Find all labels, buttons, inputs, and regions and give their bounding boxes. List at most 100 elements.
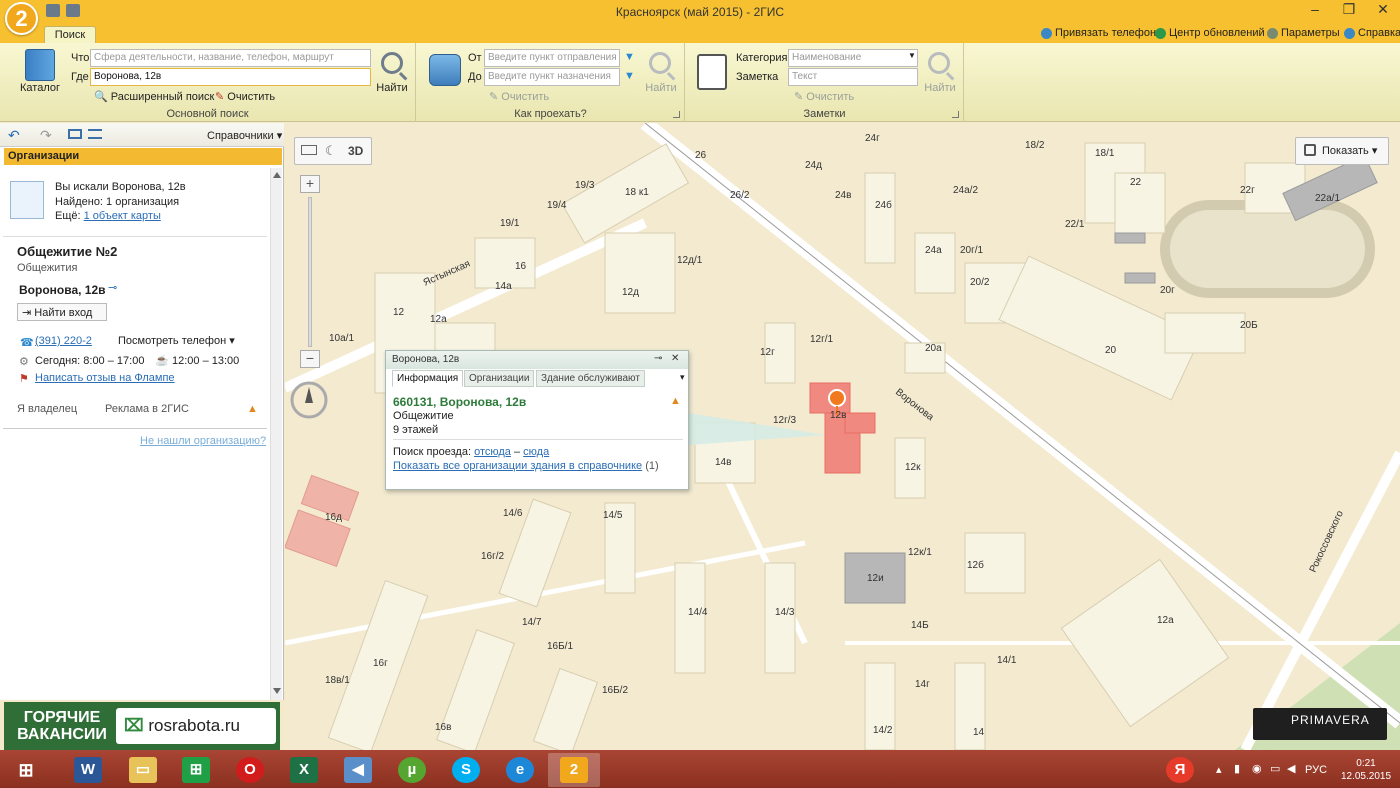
review-link[interactable]: Написать отзыв на Флампе	[35, 372, 175, 384]
popup-tab-service[interactable]: Здание обслуживают	[536, 370, 645, 387]
bind-phone-link[interactable]: Привязать телефон	[1041, 27, 1156, 39]
org-type[interactable]: Общежития	[17, 262, 77, 274]
catalog-label[interactable]: Каталог	[17, 82, 63, 94]
find-entrance-button[interactable]: ⇥ Найти вход	[17, 303, 107, 321]
what-input[interactable]: Сфера деятельности, название, телефон, м…	[90, 49, 371, 67]
route-clear-button[interactable]: ✎ Очистить	[489, 90, 549, 103]
map-object-link[interactable]: 1 объект карты	[84, 210, 161, 222]
popup-warning-icon[interactable]: ▲	[670, 395, 681, 407]
taskbar-word[interactable]: W	[62, 753, 114, 787]
catalog-icon[interactable]	[25, 49, 55, 81]
directory-dropdown[interactable]: Справочники ▾	[207, 129, 282, 142]
clear-button[interactable]: ✎ Очистить	[215, 90, 275, 103]
zoom-out-button[interactable]: −	[300, 350, 320, 368]
not-found-link[interactable]: Не нашли организацию?	[140, 435, 266, 447]
warning-icon[interactable]: ▲	[247, 403, 258, 415]
app-logo[interactable]: 2	[5, 2, 38, 35]
ruler-icon[interactable]	[301, 145, 317, 155]
battery-icon[interactable]: ▭	[1270, 762, 1280, 775]
taskbar-skype[interactable]: S	[440, 753, 492, 787]
signal-icon[interactable]: ▮	[1234, 762, 1240, 775]
chevron-down-icon[interactable]: ▼	[908, 51, 916, 60]
expand-icon[interactable]	[673, 111, 680, 118]
forward-icon[interactable]: ↷	[40, 127, 52, 144]
route-to-here-link[interactable]: сюда	[523, 446, 549, 458]
pin-icon[interactable]: ▼	[624, 51, 635, 63]
pin-popup-icon[interactable]: ⊸	[654, 353, 662, 364]
close-icon[interactable]: ✕	[1366, 0, 1400, 20]
minimize-icon[interactable]: –	[1298, 0, 1332, 20]
pin-icon-2[interactable]: ▼	[624, 70, 635, 82]
notes-find-button[interactable]: Найти	[920, 82, 960, 94]
taskbar-store[interactable]: ⊞	[170, 753, 222, 787]
popup-tab-orgs[interactable]: Организации	[464, 370, 535, 387]
scroll-down-icon[interactable]	[273, 688, 281, 694]
volume-icon[interactable]: ◀	[1287, 762, 1295, 775]
taskbar-media[interactable]: ◀	[332, 753, 384, 787]
taskbar-opera[interactable]: O	[224, 753, 276, 787]
network-icon[interactable]: ◉	[1252, 762, 1262, 775]
map-view[interactable]: 26 24г 18/2 18/1 22 24д 24в 24а/2 22г 22а/1 19/3 18…	[285, 123, 1400, 750]
show-all-orgs-link[interactable]: Показать все организации здания в справо…	[393, 460, 642, 472]
language-indicator[interactable]: РУС	[1305, 764, 1327, 776]
3d-button[interactable]: 3D	[348, 144, 363, 158]
primavera-ad[interactable]: PRIMAVERA	[1253, 708, 1387, 740]
taskbar-ie[interactable]: e	[494, 753, 546, 787]
back-icon[interactable]: ↶	[8, 127, 20, 144]
print-list-icon[interactable]	[88, 129, 102, 139]
clock[interactable]: 0:21 12.05.2015	[1338, 757, 1394, 783]
show-layers-button[interactable]: Показать ▾	[1295, 137, 1389, 165]
owner-link[interactable]: Я владелец	[17, 403, 77, 415]
notes-icon[interactable]	[697, 54, 727, 90]
phone-value[interactable]: (391) 220-2	[35, 335, 92, 347]
from-input[interactable]: Введите пункт отправления	[484, 49, 620, 67]
location-pin-icon[interactable]	[828, 389, 846, 407]
popup-tabs-dropdown-icon[interactable]: ▾	[680, 372, 685, 383]
ad-banner[interactable]: ГОРЯЧИЕ ВАКАНСИИ ⌧ rosrabota.ru	[4, 702, 280, 750]
taskbar-utorrent[interactable]: µ	[386, 753, 438, 787]
scrollbar[interactable]	[270, 168, 282, 700]
scroll-up-icon[interactable]	[273, 172, 281, 178]
flag-icon: ⚑	[19, 373, 29, 385]
route-from-here-link[interactable]: отсюда	[474, 446, 511, 458]
tray-arrow-icon[interactable]: ▴	[1216, 763, 1222, 776]
moon-icon[interactable]: ☾	[325, 143, 337, 159]
taskbar-2gis[interactable]: 2	[548, 753, 600, 787]
target-building-c[interactable]	[844, 412, 876, 434]
where-input[interactable]: Воронова, 12в	[90, 68, 371, 86]
org-address[interactable]: Воронова, 12в	[19, 283, 106, 297]
route-icon[interactable]	[429, 54, 461, 86]
org-name[interactable]: Общежитие №2	[17, 244, 117, 259]
notes-clear-button[interactable]: ✎ Очистить	[794, 90, 854, 103]
note-input[interactable]: Текст	[788, 68, 918, 86]
view-phone-link[interactable]: Посмотреть телефон ▾	[118, 334, 235, 347]
notes-search-icon[interactable]	[928, 52, 950, 74]
expand-icon-2[interactable]	[952, 111, 959, 118]
route-find-button[interactable]: Найти	[641, 82, 681, 94]
to-input[interactable]: Введите пункт назначения	[484, 68, 620, 86]
advanced-search-link[interactable]: 🔍 Расширенный поиск	[94, 90, 214, 103]
taskbar-yandex[interactable]: Я	[1160, 753, 1200, 787]
popup-route-line: Поиск проезда: отсюда – сюда	[393, 446, 550, 458]
maximize-icon[interactable]: ❐	[1332, 0, 1366, 20]
search-icon[interactable]	[381, 52, 403, 74]
update-center-link[interactable]: Центр обновлений	[1155, 27, 1265, 39]
start-button[interactable]: ⊞	[4, 753, 56, 787]
zoom-in-button[interactable]: +	[300, 175, 320, 193]
find-button[interactable]: Найти	[372, 82, 412, 94]
more-line: Ещё: 1 объект карты	[55, 210, 161, 222]
window-icon[interactable]	[68, 129, 82, 139]
tab-search[interactable]: Поиск	[44, 26, 96, 44]
zoom-slider[interactable]	[308, 197, 312, 347]
params-link[interactable]: Параметры	[1267, 27, 1340, 39]
help-link[interactable]: Справка	[1344, 27, 1400, 39]
popup-tab-info[interactable]: Информация	[392, 370, 464, 387]
taskbar-explorer[interactable]: ▭	[117, 753, 169, 787]
taskbar-excel[interactable]: X	[278, 753, 330, 787]
banner-site[interactable]: ⌧ rosrabota.ru	[116, 708, 276, 744]
pin-icon-3[interactable]: ⊸	[108, 281, 117, 294]
route-search-icon[interactable]	[649, 52, 671, 74]
popup-close-icon[interactable]: ✕	[671, 353, 679, 364]
ads-link[interactable]: Реклама в 2ГИС	[105, 403, 189, 415]
category-select[interactable]: Наименование	[788, 49, 918, 67]
